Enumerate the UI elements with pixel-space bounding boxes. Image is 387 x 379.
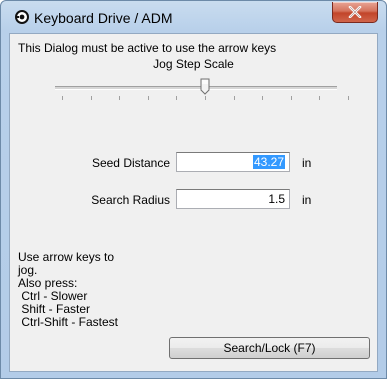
title-bar[interactable]: Keyboard Drive / ADM bbox=[1, 1, 386, 35]
close-icon bbox=[348, 6, 362, 18]
slider-tick bbox=[290, 96, 292, 100]
window-title: Keyboard Drive / ADM bbox=[34, 10, 173, 26]
slider-label: Jog Step Scale bbox=[153, 57, 234, 71]
dialog-window: Keyboard Drive / ADM This Dialog must be… bbox=[0, 0, 387, 379]
slider-track[interactable] bbox=[55, 86, 337, 90]
slider-tick bbox=[62, 96, 63, 100]
slider-tick bbox=[233, 96, 235, 100]
slider-tick bbox=[262, 96, 264, 100]
search-radius-label: Search Radius bbox=[91, 193, 170, 207]
search-radius-unit: in bbox=[302, 193, 312, 207]
slider-tick bbox=[176, 96, 178, 100]
search-lock-button[interactable]: Search/Lock (F7) bbox=[169, 337, 370, 359]
help-line: Ctrl-Shift - Fastest bbox=[18, 315, 119, 329]
slider-tick bbox=[319, 96, 321, 100]
search-radius-field[interactable]: 1.5 bbox=[176, 189, 290, 209]
slider-tick bbox=[205, 96, 206, 100]
seed-distance-value: 43.27 bbox=[252, 155, 285, 169]
seed-distance-field[interactable]: 43.27 bbox=[176, 152, 290, 172]
slider-tick bbox=[348, 96, 349, 100]
search-radius-value: 1.5 bbox=[268, 192, 285, 206]
seed-distance-unit: in bbox=[302, 156, 312, 170]
close-button[interactable] bbox=[332, 2, 378, 23]
slider-tick bbox=[147, 96, 149, 100]
dialog-client-area: This Dialog must be active to use the ar… bbox=[9, 33, 378, 372]
slider-tick bbox=[119, 96, 121, 100]
slider-thumb[interactable] bbox=[200, 78, 210, 95]
app-icon bbox=[14, 9, 30, 25]
help-text: Use arrow keys to jog. Also press: Ctrl … bbox=[18, 251, 118, 329]
seed-distance-label: Seed Distance bbox=[91, 156, 170, 170]
slider-tick bbox=[90, 96, 92, 100]
instruction-text: This Dialog must be active to use the ar… bbox=[18, 41, 277, 55]
